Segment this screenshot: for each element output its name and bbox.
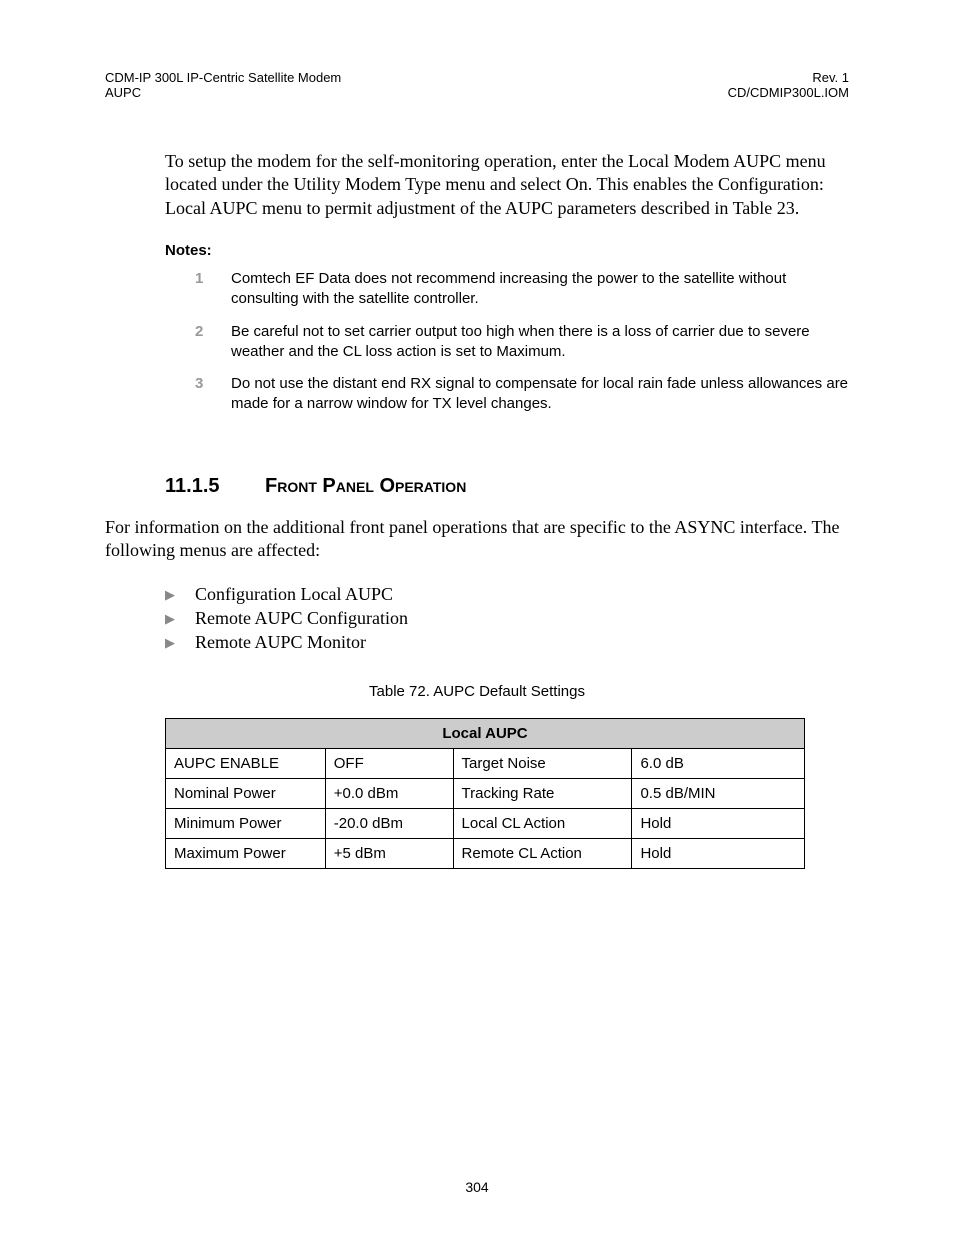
note-number: 2 — [195, 322, 231, 363]
triangle-right-icon: ▶ — [165, 611, 195, 627]
table-cell: AUPC ENABLE — [166, 749, 326, 779]
note-text: Be careful not to set carrier output too… — [231, 322, 849, 363]
page-number: 304 — [0, 1179, 954, 1195]
table-cell: Minimum Power — [166, 809, 326, 839]
table-cell: +0.0 dBm — [325, 779, 453, 809]
list-item: ▶ Remote AUPC Monitor — [165, 632, 849, 653]
note-number: 1 — [195, 269, 231, 310]
list-item-label: Configuration Local AUPC — [195, 584, 393, 605]
body-paragraph: For information on the additional front … — [105, 516, 849, 563]
table-row: Nominal Power +0.0 dBm Tracking Rate 0.5… — [166, 779, 805, 809]
table-cell: 0.5 dB/MIN — [632, 779, 805, 809]
table-cell: Local CL Action — [453, 809, 632, 839]
table-cell: Maximum Power — [166, 839, 326, 869]
table-cell: +5 dBm — [325, 839, 453, 869]
table-caption: Table 72. AUPC Default Settings — [105, 683, 849, 700]
header-section: AUPC — [105, 85, 341, 100]
section-number: 11.1.5 — [165, 475, 265, 498]
list-item: ▶ Configuration Local AUPC — [165, 584, 849, 605]
table-row: Minimum Power -20.0 dBm Local CL Action … — [166, 809, 805, 839]
intro-paragraph: To setup the modem for the self-monitori… — [165, 150, 849, 220]
table-header: Local AUPC — [166, 719, 805, 749]
list-item-label: Remote AUPC Monitor — [195, 632, 366, 653]
triangle-right-icon: ▶ — [165, 587, 195, 603]
note-number: 3 — [195, 374, 231, 415]
table-cell: Remote CL Action — [453, 839, 632, 869]
note-item: 3 Do not use the distant end RX signal t… — [195, 374, 849, 415]
page-header: CDM-IP 300L IP-Centric Satellite Modem A… — [105, 70, 849, 100]
section-title: Front Panel Operation — [265, 475, 466, 498]
section-heading: 11.1.5 Front Panel Operation — [165, 475, 849, 498]
table-cell: Tracking Rate — [453, 779, 632, 809]
list-item-label: Remote AUPC Configuration — [195, 608, 408, 629]
aupc-settings-table: Local AUPC AUPC ENABLE OFF Target Noise … — [165, 718, 805, 869]
table-cell: 6.0 dB — [632, 749, 805, 779]
table-row: AUPC ENABLE OFF Target Noise 6.0 dB — [166, 749, 805, 779]
note-item: 2 Be careful not to set carrier output t… — [195, 322, 849, 363]
list-item: ▶ Remote AUPC Configuration — [165, 608, 849, 629]
table-cell: -20.0 dBm — [325, 809, 453, 839]
table-cell: OFF — [325, 749, 453, 779]
bullet-list: ▶ Configuration Local AUPC ▶ Remote AUPC… — [165, 584, 849, 653]
note-item: 1 Comtech EF Data does not recommend inc… — [195, 269, 849, 310]
note-text: Do not use the distant end RX signal to … — [231, 374, 849, 415]
table-row: Maximum Power +5 dBm Remote CL Action Ho… — [166, 839, 805, 869]
notes-label: Notes: — [165, 242, 849, 259]
note-text: Comtech EF Data does not recommend incre… — [231, 269, 849, 310]
header-left: CDM-IP 300L IP-Centric Satellite Modem A… — [105, 70, 341, 100]
header-doc: CD/CDMIP300L.IOM — [728, 85, 849, 100]
header-product: CDM-IP 300L IP-Centric Satellite Modem — [105, 70, 341, 85]
header-rev: Rev. 1 — [728, 70, 849, 85]
table-cell: Nominal Power — [166, 779, 326, 809]
table-cell: Target Noise — [453, 749, 632, 779]
header-right: Rev. 1 CD/CDMIP300L.IOM — [728, 70, 849, 100]
triangle-right-icon: ▶ — [165, 635, 195, 651]
table-cell: Hold — [632, 839, 805, 869]
table-cell: Hold — [632, 809, 805, 839]
